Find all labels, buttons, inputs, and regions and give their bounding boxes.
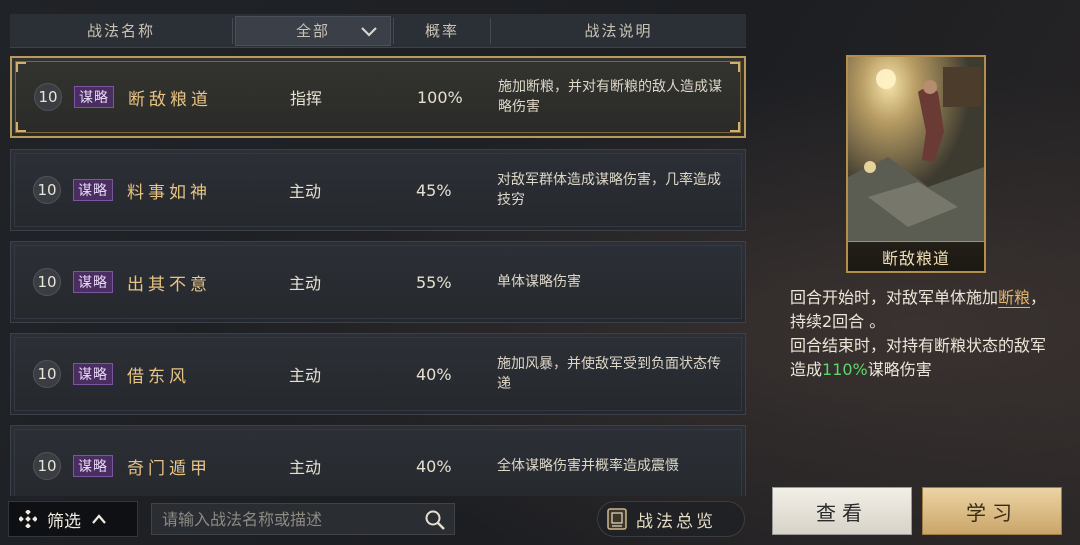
effect-text: 回合开始时，对敌军单体施加	[790, 288, 999, 307]
skill-level: 10	[33, 452, 61, 480]
skill-card: 断敌粮道	[846, 55, 986, 273]
skill-rate: 55%	[416, 272, 452, 292]
skill-rate: 40%	[416, 456, 452, 476]
header-desc: 战法说明	[584, 22, 653, 40]
filter-label: 筛选	[47, 511, 81, 532]
skill-name: 出其不意	[127, 274, 211, 295]
skill-effect-text: 回合开始时，对敌军单体施加断粮，持续2回合 。 回合结束时，对持有断粮状态的敌军…	[790, 286, 1058, 382]
learn-button[interactable]: 学习	[922, 487, 1062, 535]
skill-row[interactable]: 10 谋略 出其不意 主动 55% 单体谋略伤害	[10, 241, 746, 323]
skill-type-badge: 谋略	[73, 455, 113, 477]
skill-card-name: 断敌粮道	[848, 241, 984, 271]
skill-overview-button[interactable]: 战法总览	[597, 501, 745, 537]
skill-level: 10	[33, 268, 61, 296]
status-keyword-link[interactable]: 断粮	[998, 288, 1031, 308]
skill-desc: 施加风暴，并使敌军受到负面状态传递	[497, 356, 721, 392]
frame-corner	[16, 122, 26, 132]
skill-card-artwork	[848, 57, 984, 241]
skill-type-badge: 谋略	[74, 86, 114, 108]
frame-corner	[730, 62, 740, 72]
filter-button[interactable]: 筛选	[8, 501, 138, 537]
filter-icon	[19, 510, 37, 528]
skill-name: 借东风	[127, 366, 190, 387]
category-filter-label: 全部	[295, 22, 330, 40]
search-field[interactable]	[151, 503, 455, 535]
search-input[interactable]	[152, 504, 454, 534]
frame-corner	[16, 62, 26, 72]
skill-desc: 对敌军群体造成谋略伤害，几率造成技穷	[497, 172, 721, 208]
overview-label: 战法总览	[636, 511, 716, 532]
skill-row[interactable]: 10 谋略 奇门遁甲 主动 40% 全体谋略伤害并概率造成震慑	[10, 425, 746, 496]
skill-desc: 单体谋略伤害	[497, 274, 581, 290]
chevron-up-icon	[92, 514, 106, 524]
skill-type-badge: 谋略	[73, 179, 113, 201]
skill-name: 奇门遁甲	[127, 458, 211, 479]
skill-row[interactable]: 10 谋略 料事如神 主动 45% 对敌军群体造成谋略伤害，几率造成技穷	[10, 149, 746, 231]
effect-text: 谋略伤害	[867, 360, 932, 379]
skill-kind: 主动	[289, 366, 322, 385]
header-name: 战法名称	[86, 22, 155, 40]
skill-kind: 主动	[289, 182, 322, 201]
search-icon[interactable]	[424, 509, 446, 531]
skill-rate: 100%	[417, 87, 463, 107]
skill-row[interactable]: 10 谋略 借东风 主动 40% 施加风暴，并使敌军受到负面状态传递	[10, 333, 746, 415]
skill-level: 10	[33, 176, 61, 204]
skill-desc: 全体谋略伤害并概率造成震慑	[497, 458, 679, 474]
skill-level: 10	[34, 83, 62, 111]
header-rate: 概率	[424, 22, 459, 40]
skill-type-badge: 谋略	[73, 271, 113, 293]
damage-percent: 110%	[822, 360, 868, 379]
skill-row[interactable]: 10 谋略 断敌粮道 指挥 100% 施加断粮，并对有断粮的敌人造成谋略伤害	[10, 56, 746, 138]
chevron-down-icon	[361, 26, 377, 37]
skill-type-badge: 谋略	[73, 363, 113, 385]
skill-desc: 施加断粮，并对有断粮的敌人造成谋略伤害	[498, 79, 722, 115]
skill-level: 10	[33, 360, 61, 388]
skill-list[interactable]: 10 谋略 断敌粮道 指挥 100% 施加断粮，并对有断粮的敌人造成谋略伤害 1…	[10, 56, 746, 496]
header-divider	[232, 17, 233, 44]
scroll-book-icon	[607, 508, 627, 530]
skill-name: 断敌粮道	[128, 89, 212, 110]
skill-kind: 指挥	[290, 89, 323, 108]
skill-kind: 主动	[289, 274, 322, 293]
view-button[interactable]: 查看	[772, 487, 912, 535]
frame-corner	[730, 122, 740, 132]
skill-rate: 40%	[416, 364, 452, 384]
skill-name: 料事如神	[127, 182, 211, 203]
list-header: 战法名称 全部 概率 战法说明	[10, 14, 746, 48]
category-filter-dropdown[interactable]: 全部	[235, 15, 391, 46]
skill-kind: 主动	[289, 458, 322, 477]
skill-rate: 45%	[416, 180, 452, 200]
